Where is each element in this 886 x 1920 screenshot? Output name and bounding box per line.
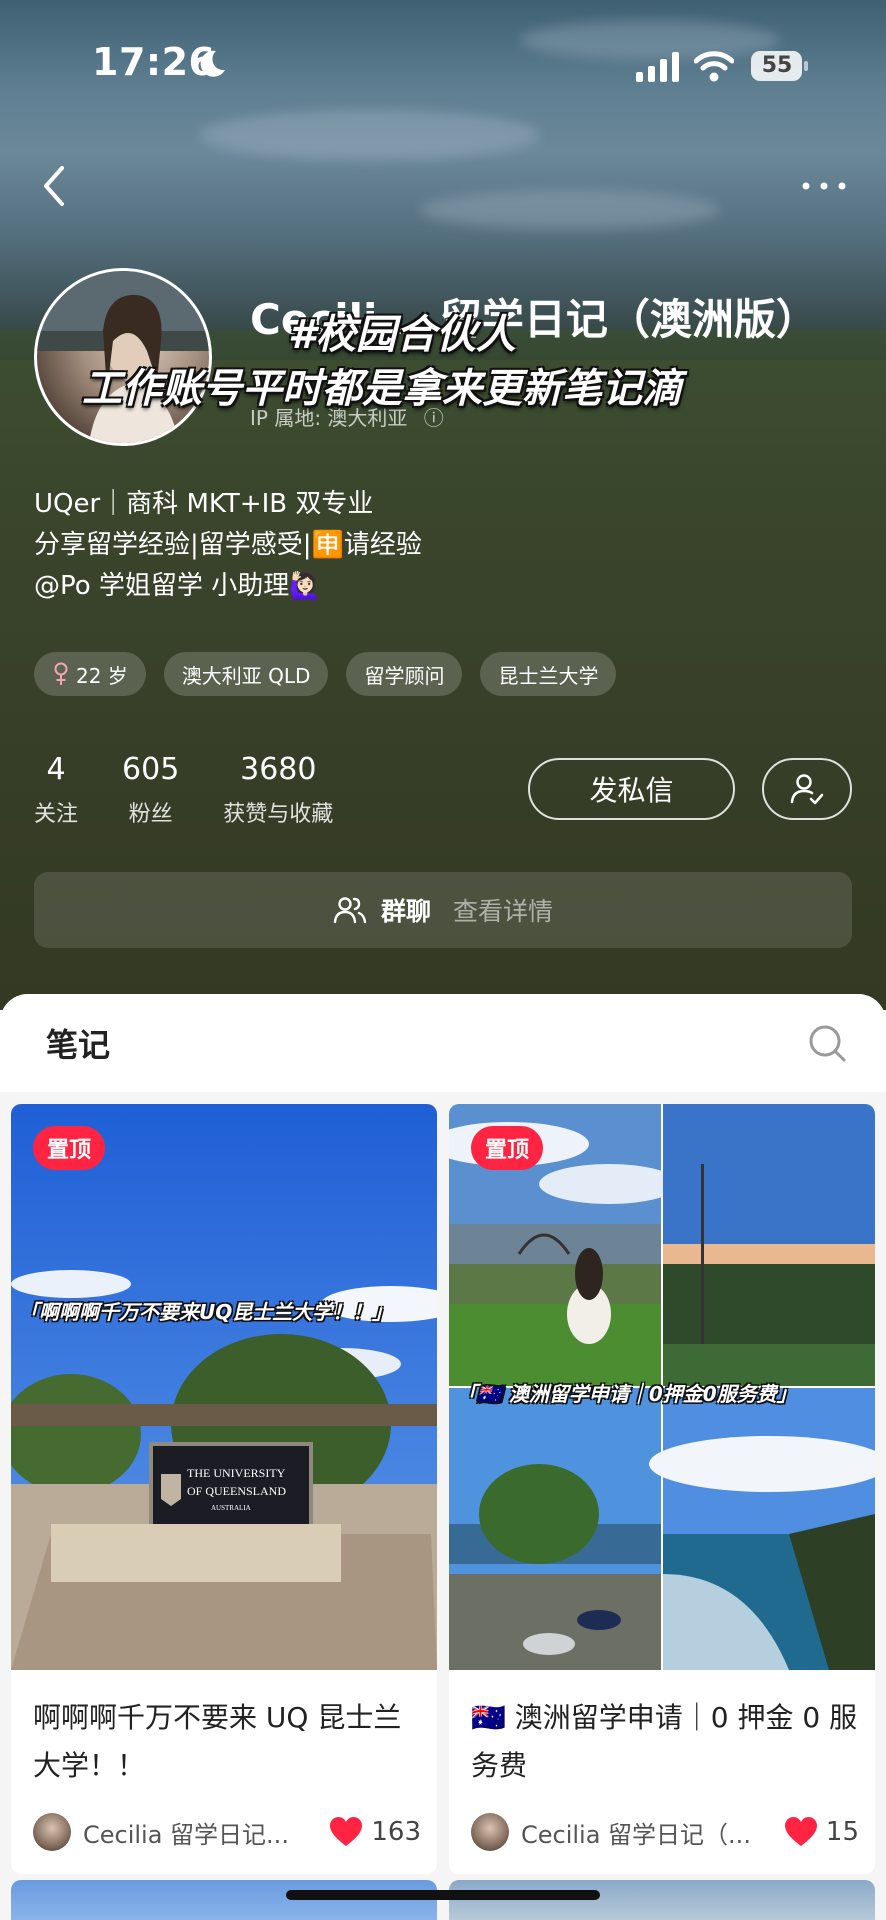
stat-label: 关注 [34,802,79,827]
overlay-caption-line2: 工作账号平时都是拿来更新笔记滴 [82,366,682,412]
stat-value: 605 [122,752,180,787]
author-avatar[interactable] [33,1813,71,1851]
cover-caption: 「🇦🇺 澳洲留学申请｜0押金0服务费」 [457,1382,797,1406]
note-title: 🇦🇺 澳洲留学申请｜0 押金 0 服务费 [471,1701,858,1782]
stat-label: 粉丝 [128,802,173,827]
tab-notes[interactable]: 笔记 [46,1020,110,1066]
profile-tags: 22 岁 澳大利亚 QLD 留学顾问 昆士兰大学 [34,652,617,696]
group-chat-bar[interactable]: 群聊 查看详情 [34,872,852,948]
pinned-badge: 置顶 [33,1126,106,1170]
sign-text: THE UNIVERSITY [187,1466,286,1480]
battery-level: 55 [761,53,793,78]
tag-label: 留学顾问 [364,663,445,688]
user-check-icon [790,774,824,805]
group-chat-detail: 查看详情 [453,897,554,926]
sign-text: AUSTRALIA [211,1504,251,1512]
profile-bio: UQer｜商科 MKT+IB 双专业 分享留学经验|留学感受|🈸请经验 @Po … [34,484,422,607]
tag-age: 22 岁 [34,652,146,696]
note-cover-image: 置顶 「🇦🇺 澳洲留学申请｜0押金0服务费」 [449,1104,875,1670]
like-count: 15 [825,1817,859,1847]
send-message-button[interactable]: 发私信 [528,758,735,820]
stat-value: 4 [46,752,66,787]
note-card[interactable]: THE UNIVERSITY OF QUEENSLAND AUSTRALIA 置… [11,1104,437,1874]
cover-caption: 「啊啊啊千万不要来UQ昆士兰大学！！」 [19,1300,393,1324]
note-title: 啊啊啊千万不要来 UQ 昆士兰大学！！ [33,1701,402,1782]
wifi-icon [694,51,734,82]
female-icon [54,662,68,685]
moon-icon [200,50,225,77]
note-footer: Cecilia 留学日记（... 15 [471,1810,859,1854]
stat-likes-collections[interactable]: 3680 获赞与收藏 [223,752,333,828]
bio-line: @Po 学姐留学 小助理🙋🏻‍♀️ [34,571,322,601]
stat-followers[interactable]: 605 粉丝 [122,752,179,828]
search-icon[interactable] [806,1022,850,1066]
tag-location: 澳大利亚 QLD [163,652,329,696]
home-indicator [286,1890,600,1900]
group-icon [333,897,367,924]
profile-stats: 4 关注 605 粉丝 3680 获赞与收藏 [34,752,333,828]
stat-value: 3680 [240,752,317,787]
more-options-button[interactable] [796,166,852,206]
follow-status-button[interactable] [762,758,852,820]
tag-label: 澳大利亚 QLD [181,663,311,688]
tag-label: 昆士兰大学 [498,663,599,688]
tag-label: 22 岁 [76,663,128,688]
tag-school: 昆士兰大学 [480,652,617,696]
heart-icon[interactable] [784,1816,818,1848]
back-button[interactable] [30,158,80,214]
profile-header: 17:26 55 Cecili... 留学日记（澳洲版） IP 属地: 澳大利亚… [0,0,886,1010]
bio-line: UQer｜商科 MKT+IB 双专业 [34,489,374,519]
note-card[interactable]: 置顶 「🇦🇺 澳洲留学申请｜0押金0服务费」 🇦🇺 澳洲留学申请｜0 押金 0 … [449,1104,875,1874]
stat-following[interactable]: 4 关注 [34,752,78,828]
sky-cloud [420,190,720,230]
note-card-peek[interactable] [11,1880,437,1920]
author-avatar[interactable] [471,1813,509,1851]
notes-section: 笔记 THE UNIVERSITY OF QUEENSLAND AUSTRALI… [0,994,886,1920]
group-chat-label: 群聊 [380,897,431,926]
note-footer: Cecilia 留学日记... 163 [33,1810,421,1854]
tag-occupation: 留学顾问 [346,652,463,696]
pinned-badge: 置顶 [471,1126,544,1170]
heart-icon[interactable] [329,1816,363,1848]
overlay-caption-line1: #校园合伙人 [288,312,516,358]
bio-line: 分享留学经验|留学感受|🈸请经验 [34,530,422,560]
author-name[interactable]: Cecilia 留学日记... [83,1815,329,1850]
signal-icon [636,52,679,82]
note-card-peek[interactable] [449,1880,875,1920]
status-bar: 17:26 55 [0,0,886,130]
notes-header: 笔记 [0,994,886,1092]
note-cover-image: THE UNIVERSITY OF QUEENSLAND AUSTRALIA 置… [11,1104,437,1670]
stat-label: 获赞与收藏 [223,802,334,827]
cover-photo-uq: THE UNIVERSITY OF QUEENSLAND AUSTRALIA [11,1104,437,1670]
like-count: 163 [371,1817,421,1847]
author-name[interactable]: Cecilia 留学日记（... [521,1815,784,1850]
sign-text: OF QUEENSLAND [187,1484,286,1498]
